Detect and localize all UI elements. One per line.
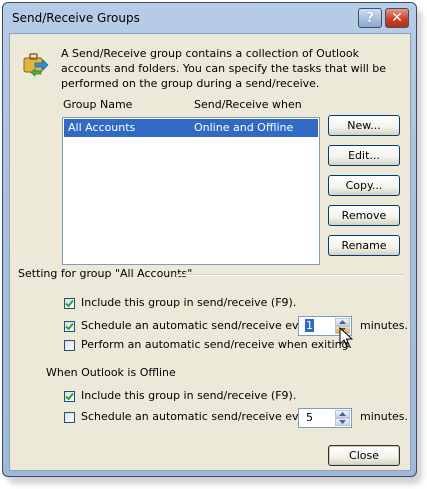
group-divider xyxy=(176,274,404,276)
edit-button[interactable]: Edit... xyxy=(328,145,400,166)
close-button[interactable]: Close xyxy=(328,445,400,466)
perform-on-exit-label[interactable]: Perform an automatic send/receive when e… xyxy=(81,338,352,351)
send-receive-icon xyxy=(21,49,49,77)
offline-include-label[interactable]: Include this group in send/receive (F9). xyxy=(81,389,296,402)
schedule-label[interactable]: Schedule an automatic send/receive every xyxy=(81,319,316,332)
include-group-label[interactable]: Include this group in send/receive (F9). xyxy=(81,296,296,309)
window-title: Send/Receive Groups xyxy=(12,11,140,25)
remove-button[interactable]: Remove xyxy=(328,205,400,226)
schedule-checkbox[interactable] xyxy=(64,321,75,332)
spin-up-button[interactable] xyxy=(335,318,350,326)
arrow-up-icon xyxy=(339,320,346,324)
send-receive-groups-dialog: Send/Receive Groups ? ✕ A Send/Receive g… xyxy=(2,2,417,477)
offline-schedule-unit: minutes. xyxy=(360,410,409,423)
offline-schedule-checkbox[interactable] xyxy=(64,412,75,423)
help-icon: ? xyxy=(365,10,375,26)
checkmark-icon xyxy=(65,322,74,331)
offline-schedule-label[interactable]: Schedule an automatic send/receive every xyxy=(81,410,316,423)
arrow-down-icon xyxy=(339,420,346,424)
title-bar[interactable]: Send/Receive Groups ? ✕ xyxy=(3,3,416,33)
checkmark-icon xyxy=(65,392,74,401)
offline-minutes-spinner[interactable]: 5 xyxy=(298,408,352,428)
column-header-send-receive-when: Send/Receive when xyxy=(194,98,302,111)
help-button[interactable]: ? xyxy=(358,8,382,28)
column-header-group-name: Group Name xyxy=(63,98,133,111)
schedule-minutes-value[interactable]: 1 xyxy=(305,319,314,332)
group-list[interactable]: All Accounts Online and Offline xyxy=(62,117,320,265)
list-item-group-name: All Accounts xyxy=(68,121,136,134)
list-item-when: Online and Offline xyxy=(194,121,294,134)
spin-up-button[interactable] xyxy=(335,410,350,418)
copy-button[interactable]: Copy... xyxy=(328,175,400,196)
offline-include-checkbox[interactable] xyxy=(64,391,75,402)
offline-group-label: When Outlook is Offline xyxy=(46,366,176,379)
arrow-up-icon xyxy=(339,412,346,416)
setting-group-label: Setting for group "All Accounts" xyxy=(18,267,193,280)
close-window-button[interactable]: ✕ xyxy=(385,8,409,28)
checkmark-icon xyxy=(65,299,74,308)
offline-minutes-value[interactable]: 5 xyxy=(306,411,313,424)
include-group-checkbox[interactable] xyxy=(64,298,75,309)
new-button[interactable]: New... xyxy=(328,115,400,136)
close-icon: ✕ xyxy=(391,10,403,26)
rename-button[interactable]: Rename xyxy=(328,235,400,256)
spin-down-button[interactable] xyxy=(335,418,350,426)
perform-on-exit-checkbox[interactable] xyxy=(64,340,75,351)
intro-text: A Send/Receive group contains a collecti… xyxy=(61,47,387,90)
dialog-body: A Send/Receive group contains a collecti… xyxy=(9,33,411,471)
schedule-unit: minutes. xyxy=(360,319,409,332)
list-item[interactable]: All Accounts Online and Offline xyxy=(64,119,318,137)
